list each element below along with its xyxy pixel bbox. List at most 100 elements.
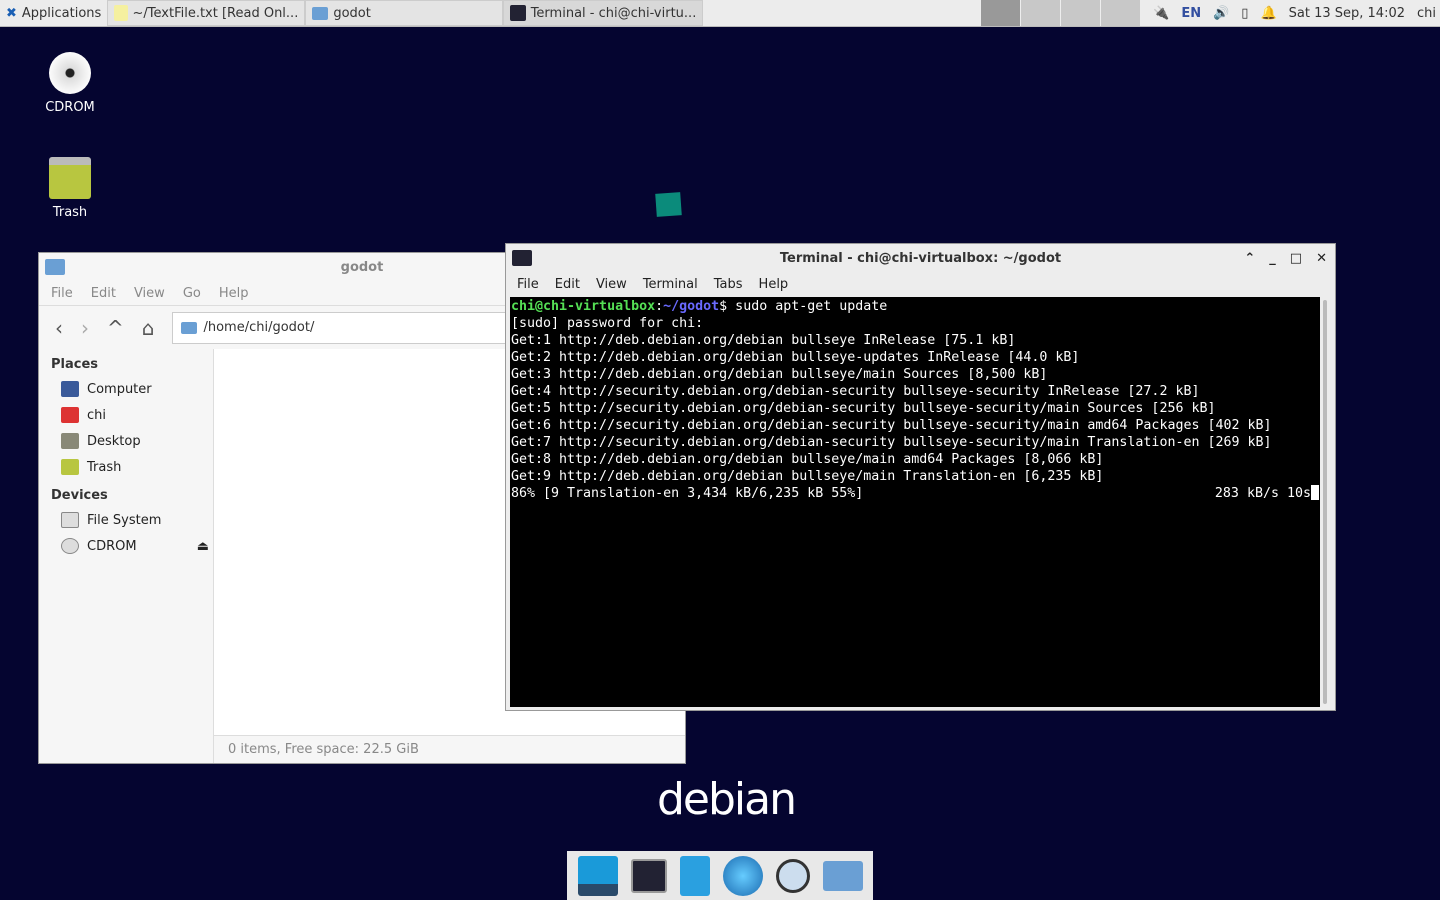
notification-bell-icon[interactable]: 🔔: [1260, 6, 1276, 21]
sidebar-item-desktop[interactable]: Desktop: [39, 428, 213, 454]
desktop-icon-cdrom[interactable]: CDROM: [30, 52, 110, 115]
output-line: Get:9 http://deb.debian.org/debian bulls…: [511, 469, 1104, 484]
home-icon: [61, 407, 79, 423]
close-button[interactable]: ✕: [1316, 251, 1327, 266]
sidebar-item-cdrom[interactable]: CDROM ⏏: [39, 533, 213, 559]
show-desktop-icon[interactable]: [577, 855, 618, 896]
terminal-icon[interactable]: [630, 858, 667, 893]
output-line: Get:8 http://deb.debian.org/debian bulls…: [511, 452, 1104, 467]
path-text: /home/chi/godot/: [203, 320, 315, 335]
terminal-icon: [512, 250, 532, 266]
scrollbar[interactable]: [1323, 300, 1327, 704]
xfce-logo-icon: ✖: [6, 5, 17, 21]
menu-bar: File Edit View Terminal Tabs Help: [506, 272, 1335, 296]
clock[interactable]: Sat 13 Sep, 14:02: [1289, 6, 1405, 21]
menu-file[interactable]: File: [51, 286, 73, 301]
output-line: [sudo] password for chi:: [511, 316, 704, 331]
workspace-3[interactable]: [1060, 0, 1100, 26]
sidebar: Places Computer chi Desktop Trash Device…: [39, 349, 214, 763]
terminal-window: Terminal - chi@chi-virtualbox: ~/godot ⌃…: [505, 243, 1336, 711]
sidebar-item-filesystem[interactable]: File System: [39, 507, 213, 533]
task-terminal[interactable]: Terminal - chi@chi-virtu...: [503, 0, 704, 26]
workspace-2[interactable]: [1020, 0, 1060, 26]
minimize-button[interactable]: _: [1269, 251, 1276, 266]
icon-label: Trash: [52, 205, 88, 220]
output-line: Get:3 http://deb.debian.org/debian bulls…: [511, 367, 1048, 382]
cdrom-icon: [61, 538, 79, 554]
menu-help[interactable]: Help: [759, 277, 789, 292]
menu-tabs[interactable]: Tabs: [714, 277, 743, 292]
task-godot[interactable]: godot: [305, 0, 504, 26]
applications-label: Applications: [21, 5, 102, 21]
computer-icon: [61, 381, 79, 397]
item-label: Trash: [87, 459, 122, 475]
workspace-4[interactable]: [1100, 0, 1140, 26]
output-line: Get:2 http://deb.debian.org/debian bulls…: [511, 350, 1080, 365]
back-icon[interactable]: ‹: [55, 316, 63, 340]
applications-menu[interactable]: ✖ Applications: [0, 0, 107, 26]
top-panel: ✖ Applications ~/TextFile.txt [Read Onl..…: [0, 0, 1440, 27]
sidebar-item-computer[interactable]: Computer: [39, 376, 213, 402]
workspace-1[interactable]: [980, 0, 1020, 26]
task-textfile[interactable]: ~/TextFile.txt [Read Onl...: [107, 0, 306, 26]
output-line: Get:4 http://security.debian.org/debian-…: [511, 384, 1200, 399]
cursor: [1311, 485, 1319, 500]
sidebar-item-trash[interactable]: Trash: [39, 454, 213, 480]
trash-icon: [49, 157, 91, 199]
search-icon[interactable]: [775, 858, 810, 893]
folder-icon[interactable]: [822, 860, 863, 891]
menu-go[interactable]: Go: [183, 286, 201, 301]
item-label: chi: [87, 407, 106, 423]
desktop-icon-trash[interactable]: Trash: [30, 157, 110, 220]
menu-terminal[interactable]: Terminal: [643, 277, 698, 292]
menu-view[interactable]: View: [596, 277, 627, 292]
volume-icon[interactable]: 🔊: [1213, 6, 1229, 21]
dock: [567, 851, 873, 900]
output-line: Get:1 http://deb.debian.org/debian bulls…: [511, 333, 1016, 348]
menu-view[interactable]: View: [134, 286, 165, 301]
window-title: Terminal - chi@chi-virtualbox: ~/godot: [779, 250, 1062, 266]
terminal-icon: [510, 5, 526, 21]
progress-rate: 283 kB/s 10s: [1214, 486, 1311, 501]
output-line: Get:6 http://security.debian.org/debian-…: [511, 418, 1272, 433]
devices-header: Devices: [51, 488, 108, 503]
menu-help[interactable]: Help: [219, 286, 249, 301]
progress-status: 86% [9 Translation-en 3,434 kB/6,235 kB …: [511, 486, 864, 501]
icon-label: CDROM: [45, 100, 95, 115]
text-editor-icon: [114, 5, 128, 21]
sidebar-item-chi[interactable]: chi: [39, 402, 213, 428]
menu-file[interactable]: File: [517, 277, 539, 292]
prompt-user: chi@chi-virtualbox: [511, 299, 656, 314]
command: $ sudo apt-get update: [719, 299, 888, 314]
terminal-output[interactable]: chi@chi-virtualbox:~/godot$ sudo apt-get…: [510, 297, 1320, 707]
cdrom-icon: [49, 52, 91, 94]
drive-icon: [61, 512, 79, 528]
battery-icon[interactable]: ▯: [1241, 6, 1248, 21]
menu-edit[interactable]: Edit: [555, 277, 580, 292]
network-icon[interactable]: 🔌: [1153, 6, 1169, 21]
forward-icon[interactable]: ›: [81, 316, 89, 340]
wallpaper-cube: [655, 192, 682, 217]
menu-edit[interactable]: Edit: [91, 286, 116, 301]
trash-icon: [61, 459, 79, 475]
item-label: File System: [87, 512, 162, 528]
task-label: godot: [333, 5, 371, 21]
maximize-button[interactable]: □: [1290, 251, 1302, 266]
user-menu[interactable]: chi: [1417, 6, 1436, 21]
shade-button[interactable]: ⌃: [1244, 251, 1255, 266]
keyboard-layout[interactable]: EN: [1181, 6, 1201, 21]
folder-icon: [45, 259, 65, 275]
folder-icon: [312, 6, 329, 20]
eject-icon[interactable]: ⏏: [197, 539, 209, 554]
up-icon[interactable]: ^: [107, 316, 124, 340]
window-title: godot: [340, 259, 384, 275]
status-bar: 0 items, Free space: 22.5 GiB: [214, 735, 685, 763]
item-label: CDROM: [87, 538, 137, 554]
home-icon[interactable]: ⌂: [142, 316, 155, 340]
task-label: ~/TextFile.txt [Read Onl...: [132, 5, 299, 21]
file-manager-icon[interactable]: [679, 855, 710, 896]
places-header: Places: [51, 357, 99, 372]
folder-icon: [181, 321, 198, 334]
desktop-icon: [61, 433, 79, 449]
web-browser-icon[interactable]: [722, 855, 763, 896]
